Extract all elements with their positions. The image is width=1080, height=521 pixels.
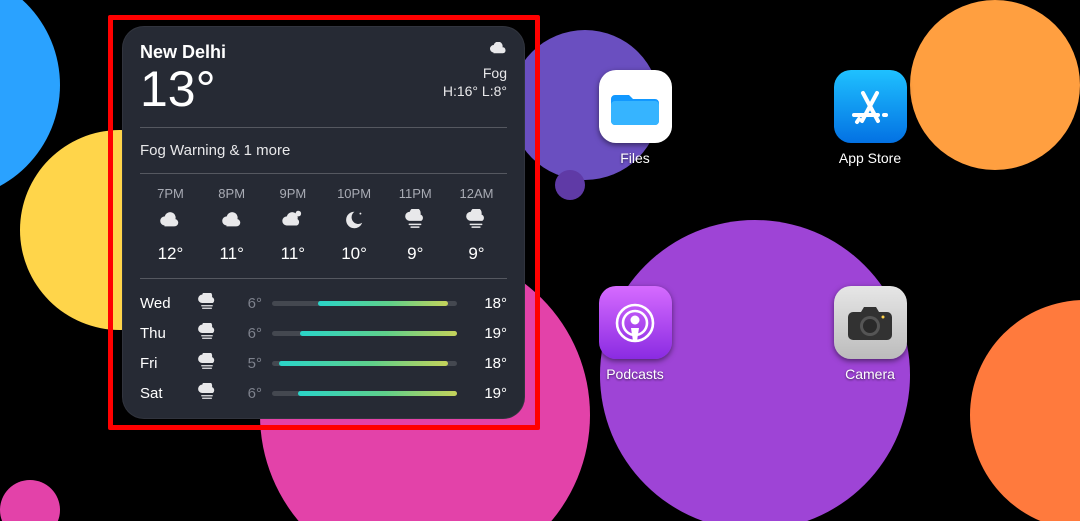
hour-temp: 10° xyxy=(341,244,367,264)
hour-time: 9PM xyxy=(280,186,307,201)
hour-time: 8PM xyxy=(218,186,245,201)
day-low: 5° xyxy=(232,355,262,372)
fog-icon xyxy=(192,323,222,343)
day-name: Sat xyxy=(140,385,182,402)
app-camera[interactable]: Camera xyxy=(820,286,920,382)
cloud-night-icon xyxy=(282,209,304,236)
temp-range-bar xyxy=(272,391,457,396)
hour-item: 10PM 10° xyxy=(324,186,385,264)
bg-bokeh xyxy=(0,480,60,521)
day-high: 18° xyxy=(467,355,507,372)
hour-temp: 12° xyxy=(158,244,184,264)
weather-alert[interactable]: Fog Warning & 1 more xyxy=(140,128,507,173)
hour-time: 10PM xyxy=(337,186,371,201)
hour-time: 11PM xyxy=(399,186,432,201)
hour-temp: 9° xyxy=(468,244,484,264)
appstore-icon xyxy=(834,70,907,143)
day-high: 18° xyxy=(467,295,507,312)
weather-high-low: H:16° L:8° xyxy=(443,83,507,99)
bg-bokeh xyxy=(555,170,585,200)
hour-temp: 11° xyxy=(281,244,305,264)
files-icon xyxy=(599,70,672,143)
moon-icon xyxy=(343,209,365,236)
day-high: 19° xyxy=(467,325,507,342)
weather-city: New Delhi xyxy=(140,42,226,63)
hour-time: 12AM xyxy=(459,186,493,201)
day-row: Wed 6° 18° xyxy=(140,291,507,315)
hour-item: 9PM 11° xyxy=(262,186,323,264)
camera-icon xyxy=(834,286,907,359)
fog-icon xyxy=(192,353,222,373)
weather-condition: Fog xyxy=(483,65,507,81)
day-row: Fri 5° 18° xyxy=(140,351,507,375)
hour-temp: 11° xyxy=(219,244,243,264)
day-name: Fri xyxy=(140,355,182,372)
day-low: 6° xyxy=(232,295,262,312)
fog-icon xyxy=(192,383,222,403)
day-name: Wed xyxy=(140,295,182,312)
day-low: 6° xyxy=(232,325,262,342)
temp-range-bar xyxy=(272,361,457,366)
hour-temp: 9° xyxy=(407,244,423,264)
weather-current-temp: 13° xyxy=(140,63,226,116)
fog-icon xyxy=(404,209,426,236)
day-row: Thu 6° 19° xyxy=(140,321,507,345)
app-label: App Store xyxy=(839,150,901,166)
day-high: 19° xyxy=(467,385,507,402)
hour-item: 12AM 9° xyxy=(446,186,507,264)
day-name: Thu xyxy=(140,325,182,342)
cloud-icon xyxy=(221,209,243,236)
fog-icon xyxy=(192,293,222,313)
app-appstore[interactable]: App Store xyxy=(820,70,920,166)
hour-time: 7PM xyxy=(157,186,184,201)
app-label: Files xyxy=(620,150,650,166)
temp-range-bar xyxy=(272,331,457,336)
app-label: Podcasts xyxy=(606,366,664,382)
temp-range-bar xyxy=(272,301,457,306)
cloud-icon xyxy=(159,209,181,236)
weather-widget[interactable]: New Delhi 13° Fog H:16° L:8° Fog Warning… xyxy=(122,26,525,419)
app-podcasts[interactable]: Podcasts xyxy=(585,286,685,382)
podcasts-icon xyxy=(599,286,672,359)
hour-item: 7PM 12° xyxy=(140,186,201,264)
fog-icon xyxy=(465,209,487,236)
weather-daily[interactable]: Wed 6° 18° Thu 6° 19° Fri 5° 18° Sat 6° … xyxy=(140,279,507,405)
hour-item: 11PM 9° xyxy=(385,186,446,264)
weather-hourly[interactable]: 7PM 12° 8PM 11° 9PM 11° 10PM 10° 11PM 9° 12AM… xyxy=(140,174,507,278)
app-files[interactable]: Files xyxy=(585,70,685,166)
day-row: Sat 6° 19° xyxy=(140,381,507,405)
day-low: 6° xyxy=(232,385,262,402)
app-label: Camera xyxy=(845,366,895,382)
hour-item: 8PM 11° xyxy=(201,186,262,264)
fog-icon xyxy=(489,42,507,63)
